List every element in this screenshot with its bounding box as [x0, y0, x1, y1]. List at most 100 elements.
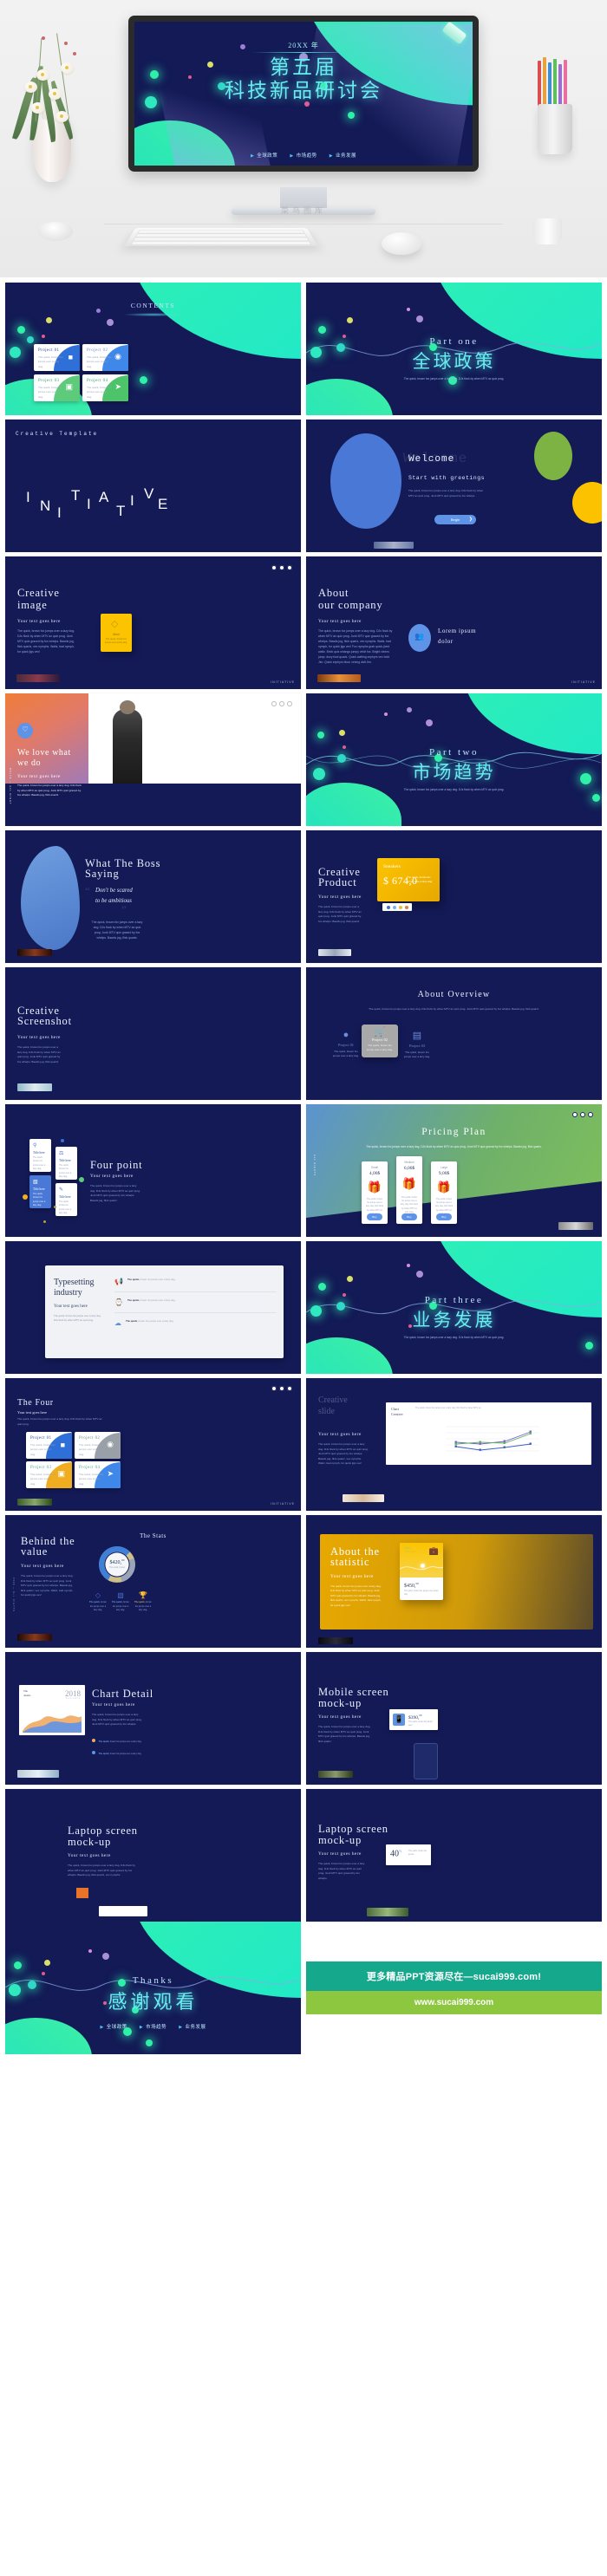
slide-body: The quick, brown fox jumps over a lazy d… [90, 1184, 140, 1202]
gift-icon: 🎁 [436, 1181, 452, 1194]
slide-laptop-mockup-2[interactable]: Laptop screen mock-up Your text goes her… [306, 1789, 602, 1922]
slide-part-three[interactable]: Part three 业务发展 The quick, brown fox jum… [306, 1241, 602, 1374]
green-circle-decor [534, 432, 572, 480]
slide-mobile-mockup[interactable]: Mobile screen mock-up Your text goes her… [306, 1652, 602, 1785]
pricing-card[interactable]: Large 9,00$ 🎁 The quick, brown fox jumps… [431, 1161, 457, 1224]
four-point-card-active[interactable]: ▧ Title here The quick, brown fox jumps … [29, 1175, 51, 1208]
plan-buy-button[interactable]: Buy [401, 1213, 417, 1220]
pricing-title: Pricing Plan [421, 1127, 486, 1137]
quote-close-icon: ” [121, 903, 127, 916]
slide-typesetting[interactable]: Typesetting industry Your text goes here… [5, 1241, 301, 1374]
thanks-nav-item-1: ▶ 市场趋势 [139, 2025, 167, 2030]
slide-behind-value[interactable]: Behind the value Your text goes here The… [5, 1515, 301, 1648]
overview-item-active[interactable]: 🛒 Project 02 The quick, brown fox jumps … [362, 1025, 398, 1057]
card-kicker: stats [404, 1546, 411, 1550]
slide-creative-chart[interactable]: Creative slide Your text goes here The q… [306, 1378, 602, 1511]
welcome-begin-button[interactable]: Begin ❯ [434, 515, 476, 524]
yellow-note-card[interactable]: ◇ Moni The quick, brown fox jumps over a… [101, 614, 132, 652]
slide-about-statistic[interactable]: About the statistic Your text goes here … [306, 1515, 602, 1648]
contents-card-body: The quick, brown fox jumps over a lazy d… [38, 355, 63, 368]
contents-card[interactable]: Project 04 The quick, brown fox jumps ov… [82, 374, 128, 401]
stats-legend-item: 🏆 The quick, brown fox jumps over a lazy… [134, 1591, 153, 1613]
slide-about-overview[interactable]: About Overview The quick, brown fox jump… [306, 967, 602, 1100]
pricing-card[interactable]: Small 4,00$ 🎁 The quick, brown fox jumps… [362, 1161, 388, 1224]
slide-chart-detail[interactable]: The details 2018 February Chart Detail Y… [5, 1652, 301, 1785]
legend-rest: brown fox jumps over a lazy dog. [109, 1740, 142, 1743]
the-four-card[interactable]: Project 02 The quick, brown fox jumps ov… [75, 1432, 121, 1459]
slide-creative-product[interactable]: Creative Product Your text goes here The… [306, 830, 602, 963]
trophy-icon: 🏆 [139, 1591, 147, 1599]
overview-item[interactable]: ▤ Project 03 The quick, brown fox jumps … [401, 1030, 433, 1060]
overview-body: The quick, brown fox jumps over a lazy d… [369, 1007, 539, 1011]
slide-about-company[interactable]: About our company Your text goes here Th… [306, 556, 602, 689]
slide-kicker: Your text goes here [17, 1410, 48, 1415]
overview-item[interactable]: ● Project 01 The quick, brown fox jumps … [330, 1030, 362, 1059]
plan-buy-button[interactable]: Buy [367, 1213, 382, 1220]
contents-card[interactable]: Project 01 The quick, brown fox jumps ov… [34, 344, 80, 371]
slide-we-love[interactable]: ♡ We love what we do Your text goes here… [5, 693, 301, 826]
id-card-icon: ■ [68, 353, 73, 361]
legend-strong: The quick, [98, 1753, 110, 1755]
list-item[interactable]: ☁ The quick, brown fox jumps over a lazy… [114, 1313, 277, 1327]
ad-line-1[interactable]: 更多精品PPT资源尽在—sucai999.com! [306, 1961, 602, 1991]
four-point-card[interactable]: ⚖ Title here The quick, brown fox jumps … [55, 1147, 77, 1180]
slide-initiative[interactable]: Creative Template I N I T I A T I V E [5, 420, 301, 552]
swatch-orange[interactable] [404, 905, 408, 909]
title-slide-art: 20XX 年 第五届 科技新品研讨会 ▶ 全球政策 ▶ 市场趋势 ▶ 业务发展 [134, 22, 473, 166]
product-card[interactable]: Sneakers $ 674,0 The quick, brown fox ju… [377, 858, 440, 901]
the-four-card[interactable]: Project 01 The quick, brown fox jumps ov… [26, 1432, 72, 1459]
slide-pricing-plan[interactable]: Pricing Plan The quick, brown fox jumps … [306, 1104, 602, 1237]
contents-card[interactable]: Project 02 The quick, brown fox jumps ov… [82, 344, 128, 371]
mobile-stat-badge[interactable]: 📱 $390,00 The quick, brown fox jumps ove… [389, 1709, 438, 1730]
four-point-card[interactable]: ✎ Title here The quick, brown fox jumps … [55, 1183, 77, 1216]
overview-item-label: Project 01 [338, 1043, 354, 1047]
list-item[interactable]: ⌚ The quick, brown fox jumps over a lazy… [114, 1292, 277, 1313]
thumbnail-photo [374, 542, 414, 549]
cloud-icon: ☁ [114, 1319, 121, 1327]
ad-line-2[interactable]: www.sucai999.com [306, 1991, 602, 2014]
slide-contents[interactable]: CONTENTS Project 01 The quick, brown fox… [5, 283, 301, 415]
chart-card[interactable]: Chart Creative The quick, brown fox jump… [386, 1402, 591, 1465]
slide-kicker: Your text goes here [318, 1851, 362, 1857]
slide-four-point[interactable]: ⚲ Title here The quick, brown fox jumps … [5, 1104, 301, 1237]
section-cn-title: 全球政策 [412, 351, 496, 372]
slide-kicker: Your text goes here [330, 1574, 374, 1579]
social-icons[interactable] [271, 701, 292, 706]
stats-legend-item: ▧ The quick, brown fox jumps over a lazy… [111, 1591, 130, 1613]
plan-buy-button[interactable]: Buy [436, 1213, 452, 1220]
swatch-yellow[interactable] [398, 905, 402, 909]
the-four-card[interactable]: Project 03 The quick, brown fox jumps ov… [26, 1461, 72, 1488]
laptop-stat-badge[interactable]: 40% The quick, brown fox jumps. [386, 1844, 431, 1865]
photo-panel [88, 693, 301, 784]
color-swatches[interactable] [382, 903, 412, 911]
card-body: The quick, brown fox jumps over a lazy d… [30, 1473, 55, 1486]
slide-part-one[interactable]: Part one 全球政策 The quick, brown fox jumps… [306, 283, 602, 415]
statistic-card[interactable]: stats Lorem ipsum 💼 $450,00 The quick, b… [400, 1543, 443, 1600]
slide-kicker: Your text goes here [17, 619, 61, 624]
slide-thanks[interactable]: Thanks 感谢观看 ▶ 全球政策 ▶ 市场趋势 ▶ 业务发展 [5, 1922, 301, 2054]
contents-card[interactable]: Project 03 The quick, brown fox jumps ov… [34, 374, 80, 401]
card-title: Title here [59, 1159, 71, 1162]
hero-mockup: 20XX 年 第五届 科技新品研讨会 ▶全球政策 ▶市场趋势 ▶业务发展 [0, 0, 607, 277]
slide-kicker: Your text goes here [54, 1304, 88, 1309]
slide-creative-image[interactable]: Creative image Your text goes here The q… [5, 556, 301, 689]
chart-detail-title: Chart Detail [92, 1688, 154, 1700]
monitor-bezel: 20XX 年 第五届 科技新品研讨会 ▶ 全球政策 ▶ 市场趋势 ▶ 业务发展 [128, 16, 479, 172]
slide-creative-screenshot[interactable]: Creative Screenshot Your text goes here … [5, 967, 301, 1100]
chart-title-line2: Creative [391, 1412, 403, 1416]
swatch-lightblue[interactable] [392, 905, 396, 909]
slide-boss-quote[interactable]: What The Boss Saying “ Don't be scared t… [5, 830, 301, 963]
slide-laptop-mockup-1[interactable]: Laptop screen mock-up Your text goes her… [5, 1789, 301, 1922]
title-slide-line1: 第五届 [270, 56, 337, 78]
slide-welcome[interactable]: Welcome Welcome Start with greetings The… [306, 420, 602, 552]
slide-part-two[interactable]: Part two 市场趋势 The quick, brown fox jumps… [306, 693, 602, 826]
thumbnail-photo [17, 1770, 59, 1778]
chart-detail-card[interactable]: The details 2018 February [19, 1685, 85, 1735]
social-icons[interactable] [572, 1112, 593, 1117]
four-point-card[interactable]: ⚲ Title here The quick, brown fox jumps … [29, 1139, 51, 1172]
pricing-card[interactable]: Medium 6,00$ 🎁 The quick, brown fox jump… [396, 1156, 422, 1224]
swatch-blue[interactable] [386, 905, 390, 909]
list-item[interactable]: 📢 The quick, brown fox jumps over a lazy… [114, 1278, 277, 1292]
the-four-card[interactable]: Project 04 The quick, brown fox jumps ov… [75, 1461, 121, 1488]
slide-the-four[interactable]: The Four Your text goes here The quick, … [5, 1378, 301, 1511]
